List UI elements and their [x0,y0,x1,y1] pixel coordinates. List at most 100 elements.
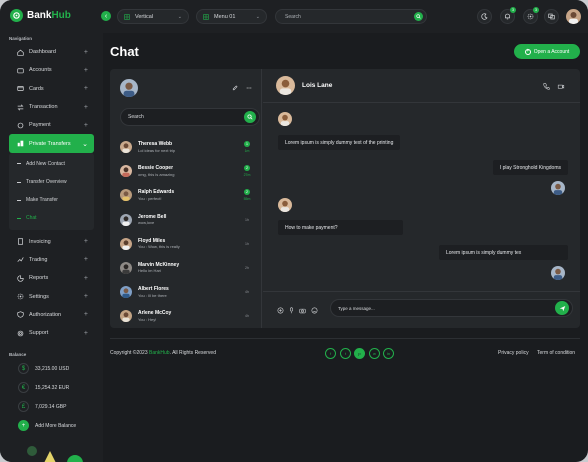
copyright-prefix: Copyright ©2023 [110,350,149,356]
contact-row[interactable]: Floyd Miles You : Wow, this is really 1h [120,232,253,256]
search-button[interactable] [244,111,256,123]
whatsapp-icon[interactable]: w [369,348,380,359]
microphone-icon[interactable] [288,307,295,314]
send-button[interactable] [555,301,569,315]
menu-select[interactable]: Menu 01 ⌄ [196,9,267,24]
copyright-text: Copyright ©2023 BankHub. All Rights Rese… [110,350,216,356]
contact-row[interactable]: Bessie Cooper omg, this is amazing 2 27m [120,159,253,183]
submenu-item-label: Add New Contact [26,160,65,167]
plus-icon: + [18,420,29,431]
sidebar-item-accounts[interactable]: Accounts + [9,61,94,79]
balance-section-label: Balance [9,352,27,357]
message-input-placeholder: Type a message... [338,305,375,311]
chevron-down-icon: ⌄ [82,140,88,148]
sidebar-item-reports[interactable]: Reports + [9,269,94,287]
shield-icon [17,311,24,319]
privacy-policy-link[interactable]: Privacy policy [498,350,529,356]
transfer-icon [17,103,24,111]
user-avatar-icon [278,112,292,126]
expand-icon: + [83,329,88,337]
contact-row[interactable]: Albert Flores You : Ill be there 4h [120,280,253,304]
add-attachment-icon[interactable] [277,307,284,314]
sidebar-item-private-transfers[interactable]: Private Transfers ⌄ [9,134,94,153]
contact-meta: 2h [241,266,253,270]
expand-icon: + [83,121,88,129]
submenu-item-add-contact[interactable]: Add New Contact [9,155,94,173]
contact-last-message: You : Ill be there [138,292,167,298]
sidebar-item-support[interactable]: Support + [9,324,94,342]
phone-icon[interactable] [543,83,550,90]
euro-icon: € [18,382,29,393]
dollar-icon: $ [18,363,29,374]
user-avatar-icon [551,181,565,195]
sidebar: BankHub Navigation Dashboard + Accounts + … [0,0,103,462]
linkedin-icon[interactable]: in [383,348,394,359]
copyright-brand-link[interactable]: BankHub [149,350,170,356]
contact-last-message: Lol ideas for next trip [138,147,176,153]
search-button[interactable] [414,12,423,21]
contact-row[interactable]: Ralph Edwards You : perfect! 2 55m [120,183,253,207]
facebook-icon[interactable]: f [325,348,336,359]
brand-logo[interactable]: BankHub [10,9,71,22]
contact-time: 55m [243,197,251,202]
layout-select[interactable]: Vertical ⌄ [117,9,189,24]
user-avatar-icon [551,266,565,280]
add-balance-button[interactable]: + Add More Balance [18,416,94,435]
message-input[interactable]: Type a message... [330,299,573,317]
submenu-item-label: Chat [26,215,37,222]
camera-icon[interactable] [299,307,306,314]
contact-last-message: You : perfect! [138,195,162,201]
avatar [120,189,132,202]
app-window: BankHub Navigation Dashboard + Accounts + … [0,0,588,462]
user-avatar-icon [120,189,132,202]
settings-badge: 3 [533,7,539,13]
avatar[interactable] [566,9,581,24]
avatar[interactable] [120,79,138,97]
copyright-suffix: . All Rights Reserved [169,350,216,356]
contact-list: Theresa Webb Lol ideas for next trip 1 1m Be… [120,135,253,328]
sidebar-item-dashboard[interactable]: Dashboard + [9,43,94,61]
contact-meta: 4h [241,314,253,318]
payment-icon [17,122,24,129]
terms-link[interactable]: Term of condition [537,350,575,356]
messages-area: Lorem ipsum is simply dummy text of the … [269,103,574,291]
twitter-icon[interactable]: t [340,348,351,359]
sidebar-item-authorization[interactable]: Authorization + [9,306,94,324]
submenu: Add New Contact Transfer Overview Make T… [9,152,94,230]
sidebar-item-settings[interactable]: Settings + [9,287,94,305]
sidebar-collapse-button[interactable]: ‹ [101,11,111,21]
language-button[interactable] [544,9,559,24]
video-call-icon[interactable] [557,83,565,90]
conversation-contact-name: Lois Lane [302,82,333,89]
contacts-search-input[interactable]: Search [120,108,260,126]
sidebar-item-invoicing[interactable]: Invoicing + [9,233,94,251]
pinterest-icon[interactable]: p [354,348,365,359]
avatar[interactable] [276,76,295,95]
contact-row[interactable]: Jerome Bell wow,love 1h [120,208,253,232]
emoji-icon[interactable] [311,307,318,314]
sidebar-item-trading[interactable]: Trading + [9,251,94,269]
edit-icon[interactable] [232,85,238,91]
sidebar-item-cards[interactable]: Cards + [9,80,94,98]
contact-row[interactable]: Arlene McCoy You : Hey! 4h [120,304,253,328]
unread-badge: 2 [244,189,250,196]
topbar: Vertical ⌄ Menu 01 ⌄ Search 3 3 [103,0,588,33]
submenu-item-make-transfer[interactable]: Make Transfer [9,191,94,209]
settings-button[interactable]: 3 [523,7,539,24]
notifications-button[interactable]: 3 [500,7,516,24]
theme-toggle-button[interactable] [477,9,492,24]
notification-badge: 3 [510,7,516,13]
contact-meta: 4h [241,290,253,294]
sidebar-item-transaction[interactable]: Transaction + [9,98,94,116]
submenu-item-transfer-overview[interactable]: Transfer Overview [9,173,94,191]
conversation-panel: Lois Lane Lorem ipsum is simply dummy te… [263,69,580,328]
avatar [120,262,132,275]
submenu-item-chat[interactable]: Chat [9,209,94,227]
contact-row[interactable]: Marvin McKinney Hello im Hari 2h [120,256,253,280]
contact-row[interactable]: Theresa Webb Lol ideas for next trip 1 1m [120,135,253,159]
open-account-button[interactable]: + Open a Account [514,44,580,59]
more-icon[interactable] [246,85,252,91]
contact-time: 1h [245,241,249,246]
search-input[interactable]: Search [275,9,427,24]
sidebar-item-payment[interactable]: Payment + [9,116,94,134]
